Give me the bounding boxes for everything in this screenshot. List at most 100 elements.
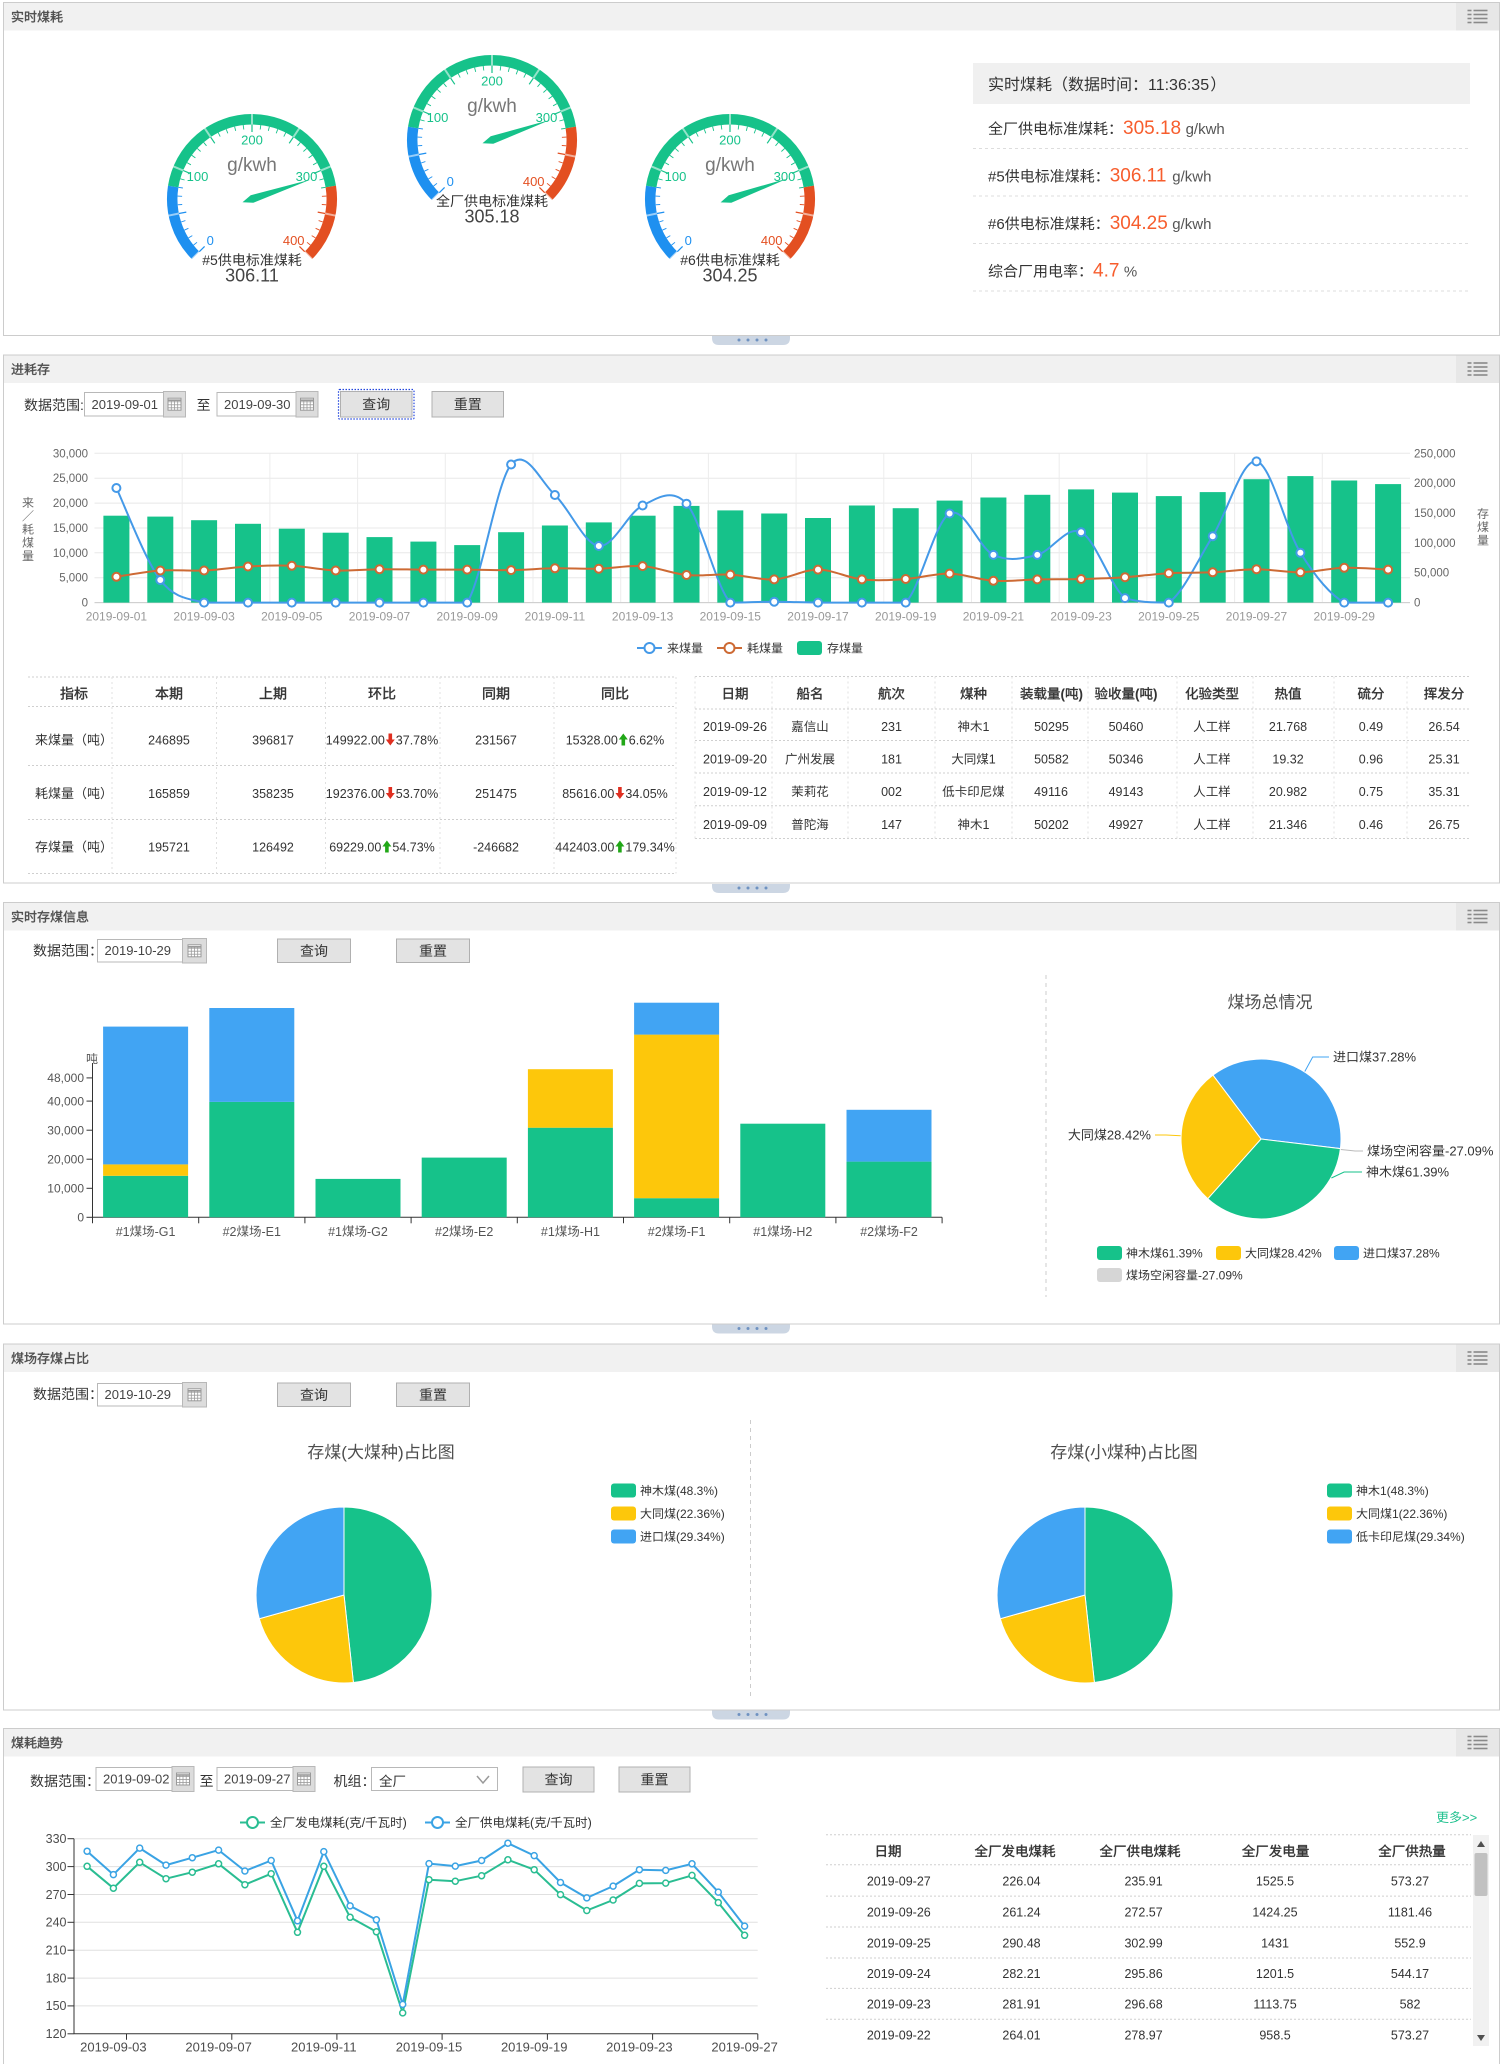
svg-text:250,000: 250,000 xyxy=(1414,448,1456,460)
svg-text:1(22.36%): 1(22.36%) xyxy=(1392,1507,1447,1521)
svg-text:10,000: 10,000 xyxy=(47,1182,84,1196)
svg-text:1201.5: 1201.5 xyxy=(1256,1967,1294,1981)
svg-text:2019-09-25: 2019-09-25 xyxy=(1138,610,1200,624)
svg-text:100,000: 100,000 xyxy=(1414,538,1456,550)
svg-text:231567: 231567 xyxy=(475,734,517,748)
svg-text:61.39%: 61.39% xyxy=(1405,1165,1450,1180)
svg-text:1424.25: 1424.25 xyxy=(1252,1905,1297,1919)
svg-text:g/kwh: g/kwh xyxy=(705,155,755,176)
svg-text:20.982: 20.982 xyxy=(1269,785,1307,799)
svg-text:304.25: 304.25 xyxy=(702,266,757,286)
svg-text:396817: 396817 xyxy=(252,734,294,748)
svg-text:6.62%: 6.62% xyxy=(629,734,664,748)
svg-text:300: 300 xyxy=(536,110,558,125)
svg-text:2019-09-27: 2019-09-27 xyxy=(867,1875,931,1889)
svg-text:/: / xyxy=(362,1816,366,1830)
svg-text:(: ( xyxy=(1135,687,1140,702)
svg-text:10,000: 10,000 xyxy=(53,548,88,560)
svg-text:#1: #1 xyxy=(116,1225,130,1239)
svg-text:-H1: -H1 xyxy=(580,1225,600,1239)
svg-text:300: 300 xyxy=(296,169,318,184)
svg-text:#2: #2 xyxy=(435,1225,449,1239)
svg-text:(: ( xyxy=(341,1443,347,1462)
svg-text:#6: #6 xyxy=(680,252,696,268)
svg-text:2019-09-19: 2019-09-19 xyxy=(875,610,937,624)
svg-text:28.42%: 28.42% xyxy=(1281,1247,1322,1261)
svg-text:48,000: 48,000 xyxy=(47,1071,84,1085)
svg-text:#1: #1 xyxy=(328,1225,342,1239)
svg-text:g/kwh: g/kwh xyxy=(227,155,277,176)
svg-text:1525.5: 1525.5 xyxy=(1256,1875,1294,1889)
svg-text:50582: 50582 xyxy=(1034,753,1069,767)
svg-text:552.9: 552.9 xyxy=(1394,1936,1425,1950)
svg-text:15,000: 15,000 xyxy=(53,523,88,535)
svg-text:): ) xyxy=(1141,1443,1147,1462)
svg-text:100: 100 xyxy=(665,169,687,184)
svg-text:#2: #2 xyxy=(223,1225,237,1239)
svg-text:(: ( xyxy=(1061,687,1066,702)
svg-text:-27.09%: -27.09% xyxy=(1198,1269,1243,1283)
svg-text:226.04: 226.04 xyxy=(1002,1875,1040,1889)
svg-text:2019-09-30: 2019-09-30 xyxy=(224,397,291,412)
svg-text:582: 582 xyxy=(1400,1998,1421,2012)
svg-text:210: 210 xyxy=(46,1944,67,1958)
svg-text:25,000: 25,000 xyxy=(53,473,88,485)
svg-text:28.42%: 28.42% xyxy=(1107,1128,1152,1143)
svg-text:-G2: -G2 xyxy=(367,1225,388,1239)
svg-text:573.27: 573.27 xyxy=(1391,1875,1429,1889)
svg-text:0.96: 0.96 xyxy=(1359,753,1383,767)
svg-text:400: 400 xyxy=(761,233,783,248)
svg-text:2019-09-09: 2019-09-09 xyxy=(703,818,767,832)
svg-text:21.346: 21.346 xyxy=(1269,818,1307,832)
svg-text:358235: 358235 xyxy=(252,787,294,801)
svg-text:49143: 49143 xyxy=(1109,785,1144,799)
svg-text:2019-09-11: 2019-09-11 xyxy=(525,610,586,624)
svg-text:2019-09-13: 2019-09-13 xyxy=(612,610,674,624)
svg-text:2019-09-22: 2019-09-22 xyxy=(867,2029,931,2043)
svg-text:2019-09-23: 2019-09-23 xyxy=(1050,610,1112,624)
svg-text:25.31: 25.31 xyxy=(1428,753,1459,767)
svg-text:150: 150 xyxy=(46,1999,67,2013)
svg-text:11:36:35: 11:36:35 xyxy=(1148,77,1209,94)
svg-text:-H2: -H2 xyxy=(792,1225,812,1239)
svg-text:4.7: 4.7 xyxy=(1093,261,1119,282)
svg-text:150,000: 150,000 xyxy=(1414,508,1456,520)
svg-text:2019-09-20: 2019-09-20 xyxy=(703,753,767,767)
svg-text:-246682: -246682 xyxy=(473,841,519,855)
svg-text:g/kwh: g/kwh xyxy=(1186,121,1225,138)
svg-text:50,000: 50,000 xyxy=(1414,568,1449,580)
svg-text:200: 200 xyxy=(241,133,263,148)
svg-text:(29.34%): (29.34%) xyxy=(1416,1530,1465,1544)
svg-text:200: 200 xyxy=(719,133,741,148)
svg-text:50295: 50295 xyxy=(1034,720,1069,734)
svg-text:61.39%: 61.39% xyxy=(1162,1247,1203,1261)
svg-text:26.75: 26.75 xyxy=(1428,818,1459,832)
svg-text:2019-09-19: 2019-09-19 xyxy=(501,2040,568,2055)
svg-text:0: 0 xyxy=(447,174,454,189)
svg-text:30,000: 30,000 xyxy=(53,448,88,460)
svg-text:(29.34%): (29.34%) xyxy=(676,1530,725,1544)
svg-text:): ) xyxy=(398,1443,404,1462)
svg-text:002: 002 xyxy=(881,785,902,799)
svg-text:2019-09-07: 2019-09-07 xyxy=(349,610,411,624)
svg-text:20,000: 20,000 xyxy=(53,498,88,510)
svg-text:200,000: 200,000 xyxy=(1414,478,1456,490)
svg-text:305.18: 305.18 xyxy=(1123,118,1181,139)
svg-text:35.31: 35.31 xyxy=(1428,785,1459,799)
svg-text:50346: 50346 xyxy=(1109,753,1144,767)
svg-text:-27.09%: -27.09% xyxy=(1445,1144,1494,1159)
svg-text:295.86: 295.86 xyxy=(1124,1967,1162,1981)
svg-text:50202: 50202 xyxy=(1034,818,1069,832)
svg-text:305.18: 305.18 xyxy=(464,207,519,227)
svg-text:200: 200 xyxy=(481,74,503,89)
svg-text:304.25: 304.25 xyxy=(1110,213,1168,234)
svg-text:240: 240 xyxy=(46,1916,67,1930)
svg-text:0.49: 0.49 xyxy=(1359,720,1383,734)
svg-text:573.27: 573.27 xyxy=(1391,2029,1429,2043)
svg-text:120: 120 xyxy=(46,2027,67,2041)
svg-text:21.768: 21.768 xyxy=(1269,720,1307,734)
svg-text:34.05%: 34.05% xyxy=(625,787,667,801)
svg-text:-F2: -F2 xyxy=(899,1225,918,1239)
svg-text:1: 1 xyxy=(989,753,996,767)
svg-text:0.46: 0.46 xyxy=(1359,818,1383,832)
